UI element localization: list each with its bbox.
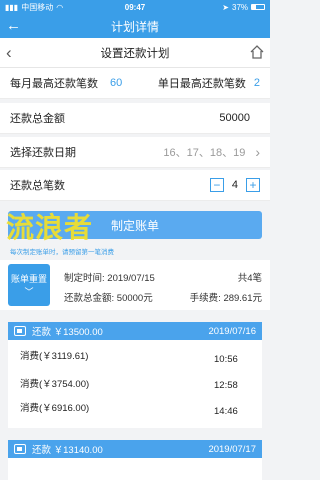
wallet-icon [14,444,26,454]
page-title: 计划详情 [110,19,159,34]
summary-fee-label: 手续费: [189,293,224,304]
monthly-max-label: 每月最高还款笔数 [10,78,98,90]
made-time: 制定时间: 2019/07/15 [64,270,155,284]
repay-date-label: 选择还款日期 [10,147,76,159]
repay-count-label: 还款总笔数 [10,180,65,192]
status-time: 09:47 [124,2,146,12]
summary-total-label: 还款总金额: [64,293,117,304]
carrier-label: 中国移动 [21,2,54,12]
summary-total: 还款总金额: 50000元 [64,290,153,304]
home-icon[interactable] [249,44,265,65]
summary-fee: 手续费: 289.61元 [190,290,262,304]
sub-navbar: ‹ 设置还款计划 [0,38,270,68]
location-icon: ➤ [222,2,229,12]
notice-text: 每次制定账单时，请预留第一笔消费 [10,249,114,256]
repay-date-row[interactable]: 选择还款日期 16、17、18、19 › [0,137,270,168]
repay-date-value[interactable]: 16、17、18、19 [163,144,245,160]
bill-count: 共4笔 [237,273,262,284]
chevron-down-icon: ﹀ [24,287,34,297]
bill-summary: 账单重置 ﹀ 制定时间: 2019/07/15 共4笔 还款总金额: 50000… [0,260,270,310]
reset-bill-label: 账单重置 [10,274,47,284]
chevron-right-icon: › [255,144,260,160]
watermark-text: 流浪者 [6,212,94,243]
plan-header[interactable]: 还款 ￥13500.00 2019/07/16 [8,322,262,340]
battery-percent: 37% [232,2,249,12]
repay-count-value: 4 [231,179,238,191]
decrement-button[interactable]: − [209,178,224,192]
wifi-icon: ◠ [56,2,64,12]
app-header: ← 计划详情 [0,14,270,38]
status-bar: ▮▮▮ 中国移动 ◠ 09:47 ➤ 37% [0,0,270,14]
plan-date: 2019/07/17 [208,443,256,455]
consume-label: 消费(￥6916.00) [20,403,90,414]
back-chevron-icon[interactable]: ‹ [6,43,12,63]
consume-time: 14:46 [214,406,238,417]
plan-repay-amount: 还款 ￥13500.00 [32,327,103,338]
wallet-icon [14,326,26,336]
signal-icon: ▮▮▮ [5,2,19,12]
made-time-label: 制定时间: [64,273,108,284]
repay-count-row: 还款总笔数 − 4 + [0,170,270,201]
made-time-value: 2019/07/15 [107,273,155,284]
plan-body [8,458,262,480]
summary-total-value: 50000元 [116,293,153,304]
limits-row: 每月最高还款笔数 60 单日最高还款笔数 2 [0,68,270,99]
consume-label: 消费(￥3119.61) [20,351,89,362]
plan-header[interactable]: 还款 ￥13140.00 2019/07/17 [8,440,262,458]
daily-max-value[interactable]: 2 [254,77,260,89]
reset-bill-button[interactable]: 账单重置 ﹀ [8,264,50,306]
increment-button[interactable]: + [246,178,260,192]
plan-date: 2019/07/16 [208,325,256,337]
total-amount-row[interactable]: 还款总金额 50000 [0,103,270,134]
plan-repay-amount: 还款 ￥13140.00 [32,445,103,456]
battery-icon [251,4,266,10]
total-amount-label: 还款总金额 [10,113,65,125]
total-amount-value[interactable]: 50000 [219,112,250,124]
daily-max-label: 单日最高还款笔数 [157,78,246,90]
consume-time: 12:58 [214,380,238,391]
monthly-max-value[interactable]: 60 [110,77,122,89]
sub-title: 设置还款计划 [100,47,170,60]
back-arrow-icon[interactable]: ← [6,17,21,35]
plan-body: 消费(￥3119.61) 10:56 消费(￥3754.00) 12:58 消费… [8,340,262,428]
consume-time: 10:56 [214,354,238,365]
consume-label: 消费(￥3754.00) [20,379,90,390]
summary-fee-value: 289.61元 [223,293,262,304]
